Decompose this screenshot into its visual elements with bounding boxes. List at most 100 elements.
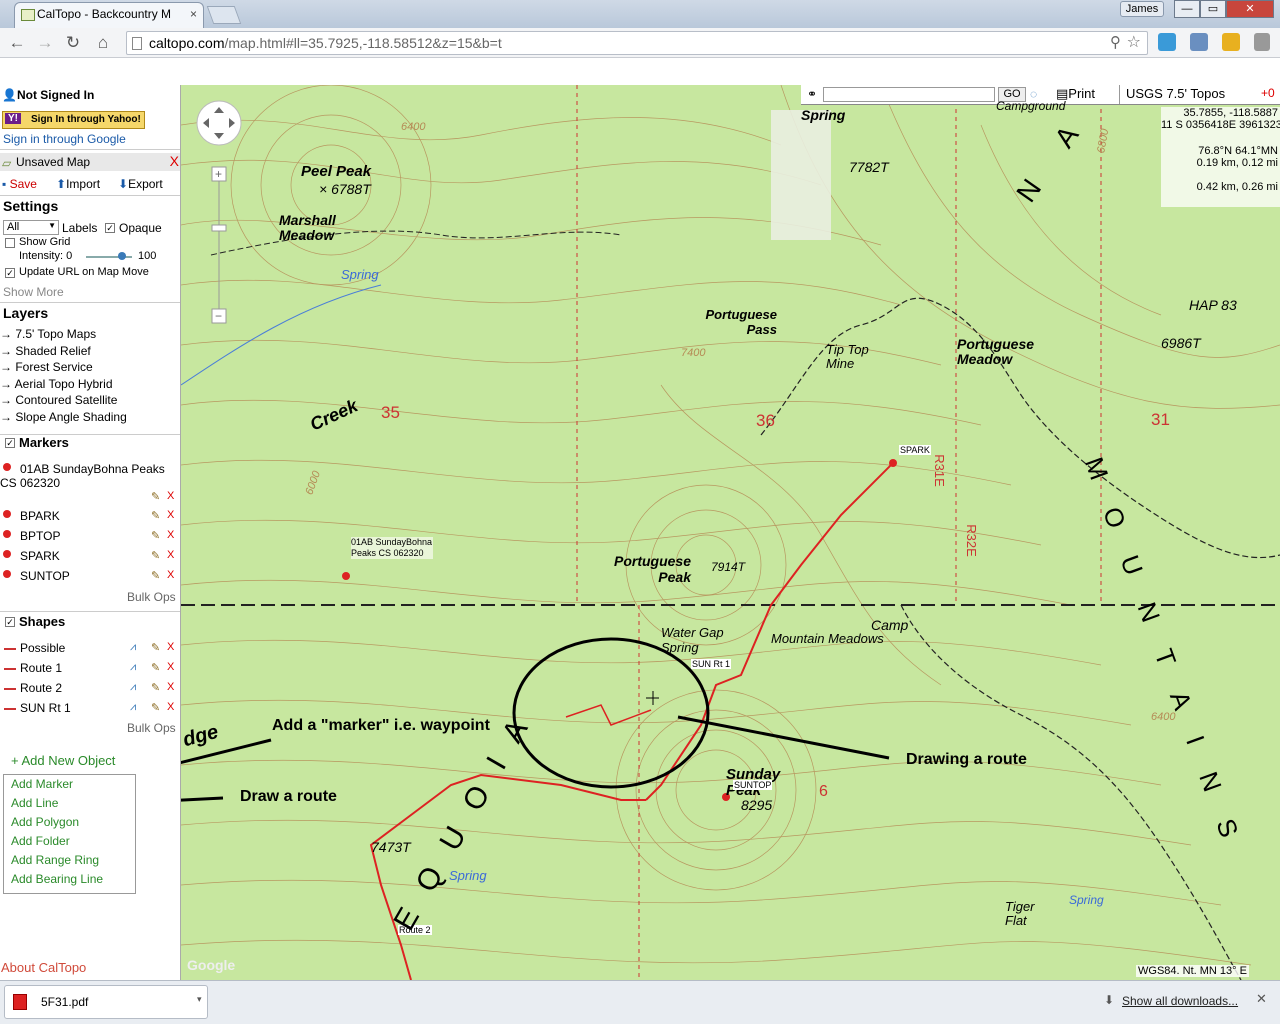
folder-extension-icon[interactable] [1222,33,1240,51]
marker-item-label[interactable]: 01AB SundayBohna Peaks CS 062320 [0,462,176,490]
marker-spark[interactable] [889,459,897,467]
delete-x-icon[interactable]: X [167,529,174,541]
add-new-object-button[interactable]: + Add New Object [11,753,115,768]
reload-icon[interactable]: ↻ [62,33,84,53]
marker-item-label[interactable]: BPARK [20,509,60,523]
delete-x-icon[interactable]: X [167,490,174,502]
wrench-menu-icon[interactable] [1254,33,1270,51]
label-section-31: 31 [1151,410,1170,429]
map-search-input[interactable] [823,87,995,102]
delete-x-icon[interactable]: X [167,701,174,713]
marker-01ab[interactable] [342,572,350,580]
shape-item-label[interactable]: SUN Rt 1 [20,701,71,715]
markers-bulk-ops[interactable]: Bulk Ops [127,590,176,604]
add-object-item[interactable]: Add Polygon [11,815,79,829]
delete-x-icon[interactable]: X [167,641,174,653]
search-icon[interactable]: ⚲ [1110,33,1121,51]
label-portuguese-peak: Portuguese Peak [613,553,691,585]
edit-pencil-icon[interactable]: ✎ [151,703,161,714]
new-tab-button[interactable] [206,6,242,24]
markers-checkbox[interactable]: ✓ [5,438,15,448]
delete-x-icon[interactable]: X [167,569,174,581]
edit-pencil-icon[interactable]: ✎ [151,531,161,542]
home-icon[interactable]: ⌂ [92,33,114,53]
address-bar[interactable]: caltopo.com/map.html#ll=35.7925,-118.585… [126,31,1148,55]
star-icon[interactable]: ☆ [1127,32,1141,52]
update-url-checkbox[interactable]: ✓ [5,268,15,278]
google-signin-link[interactable]: Sign in through Google [3,132,126,146]
show-all-downloads-link[interactable]: Show all downloads... [1122,994,1238,1008]
profile-button[interactable]: James [1120,1,1164,17]
edit-pencil-icon[interactable]: ✎ [151,551,161,562]
basemap-selector[interactable]: USGS 7.5' Topos [1119,85,1257,104]
shape-item-label[interactable]: Route 2 [20,681,62,695]
shapes-bulk-ops[interactable]: Bulk Ops [127,721,176,735]
about-caltopo-link[interactable]: About CalTopo [1,960,86,975]
maximize-button[interactable]: ▭ [1200,0,1226,18]
profile-chart-icon[interactable]: ⩘ [130,661,136,674]
opaque-checkbox[interactable]: ✓ [105,223,115,233]
marker-item-label[interactable]: SPARK [20,549,60,563]
yahoo-logo-icon: Y! [5,113,21,124]
layer-item[interactable]: → Forest Service [0,360,93,374]
browser-tab[interactable]: CalTopo - Backcountry M × [14,2,204,28]
label-mountain-meadows: Mountain Meadows [771,631,884,646]
edit-pencil-icon[interactable]: ✎ [151,511,161,522]
edit-pencil-icon[interactable]: ✎ [151,663,161,674]
forward-arrow-icon[interactable]: → [34,33,56,53]
layer-item[interactable]: → Aerial Topo Hybrid [0,377,113,391]
export-button[interactable]: ⬇Export [118,177,163,191]
layer-item[interactable]: → Contoured Satellite [0,393,117,407]
close-downloads-icon[interactable]: ✕ [1256,991,1267,1007]
close-map-button[interactable]: X [170,153,179,169]
edit-pencil-icon[interactable]: ✎ [151,571,161,582]
back-arrow-icon[interactable]: ← [6,33,28,53]
image-extension-icon[interactable] [1190,33,1208,51]
import-button[interactable]: ⬆Import [56,177,100,191]
add-object-item[interactable]: Add Marker [11,777,73,791]
tab-close-icon[interactable]: × [190,7,197,21]
shapes-checkbox[interactable]: ✓ [5,617,15,627]
show-grid-checkbox[interactable] [5,238,15,248]
profile-chart-icon[interactable]: ⩘ [130,681,136,694]
delete-x-icon[interactable]: X [167,661,174,673]
shape-item-label[interactable]: Possible [20,641,65,655]
minimize-button[interactable]: — [1174,0,1200,18]
delete-x-icon[interactable]: X [167,681,174,693]
label-elev-6788: × 6788T [319,181,371,197]
add-object-item[interactable]: Add Line [11,796,58,810]
edit-pencil-icon[interactable]: ✎ [151,492,161,503]
marker-item-label[interactable]: BPTOP [20,529,60,543]
edit-pencil-icon[interactable]: ✎ [151,683,161,694]
zoom-out-button[interactable]: − [215,309,222,323]
add-object-item[interactable]: Add Bearing Line [11,872,103,886]
save-button[interactable]: ▪ Save [2,177,37,191]
yahoo-signin-button[interactable]: Y! Sign In through Yahoo! [2,111,145,129]
cloud-extension-icon[interactable] [1158,33,1176,51]
topo-map[interactable]: + − ⚭ GO ◌ ▤Print USGS 7.5' Topos +0 35.… [181,85,1280,980]
intensity-slider[interactable] [86,252,132,260]
delete-x-icon[interactable]: X [167,549,174,561]
download-item[interactable]: 5F31.pdf ▾ [4,985,208,1019]
close-window-button[interactable]: ✕ [1226,0,1274,18]
add-object-item[interactable]: Add Range Ring [11,853,99,867]
line-swatch-icon [4,708,16,710]
overlay-add-button[interactable]: +0 [1261,86,1275,100]
delete-x-icon[interactable]: X [167,509,174,521]
layer-item[interactable]: → Slope Angle Shading [0,410,127,424]
coordinate-readout: 35.7855, -118.5887 11 S 0356418E 3961323… [1161,107,1280,207]
profile-chart-icon[interactable]: ⩘ [130,641,136,654]
labels-select[interactable]: All ▼ [3,220,59,235]
binoculars-icon[interactable]: ⚭ [807,87,817,101]
download-menu-arrow-icon[interactable]: ▾ [197,994,202,1005]
show-more-link[interactable]: Show More [3,285,64,299]
layer-item[interactable]: → 7.5' Topo Maps [0,327,96,341]
marker-item-label[interactable]: SUNTOP [20,569,70,583]
profile-chart-icon[interactable]: ⩘ [130,701,136,714]
edit-pencil-icon[interactable]: ✎ [151,643,161,654]
layer-item[interactable]: → Shaded Relief [0,344,91,358]
zoom-in-button[interactable]: + [215,167,222,181]
shape-item-label[interactable]: Route 1 [20,661,62,675]
slider-handle[interactable] [118,252,126,260]
add-object-item[interactable]: Add Folder [11,834,70,848]
